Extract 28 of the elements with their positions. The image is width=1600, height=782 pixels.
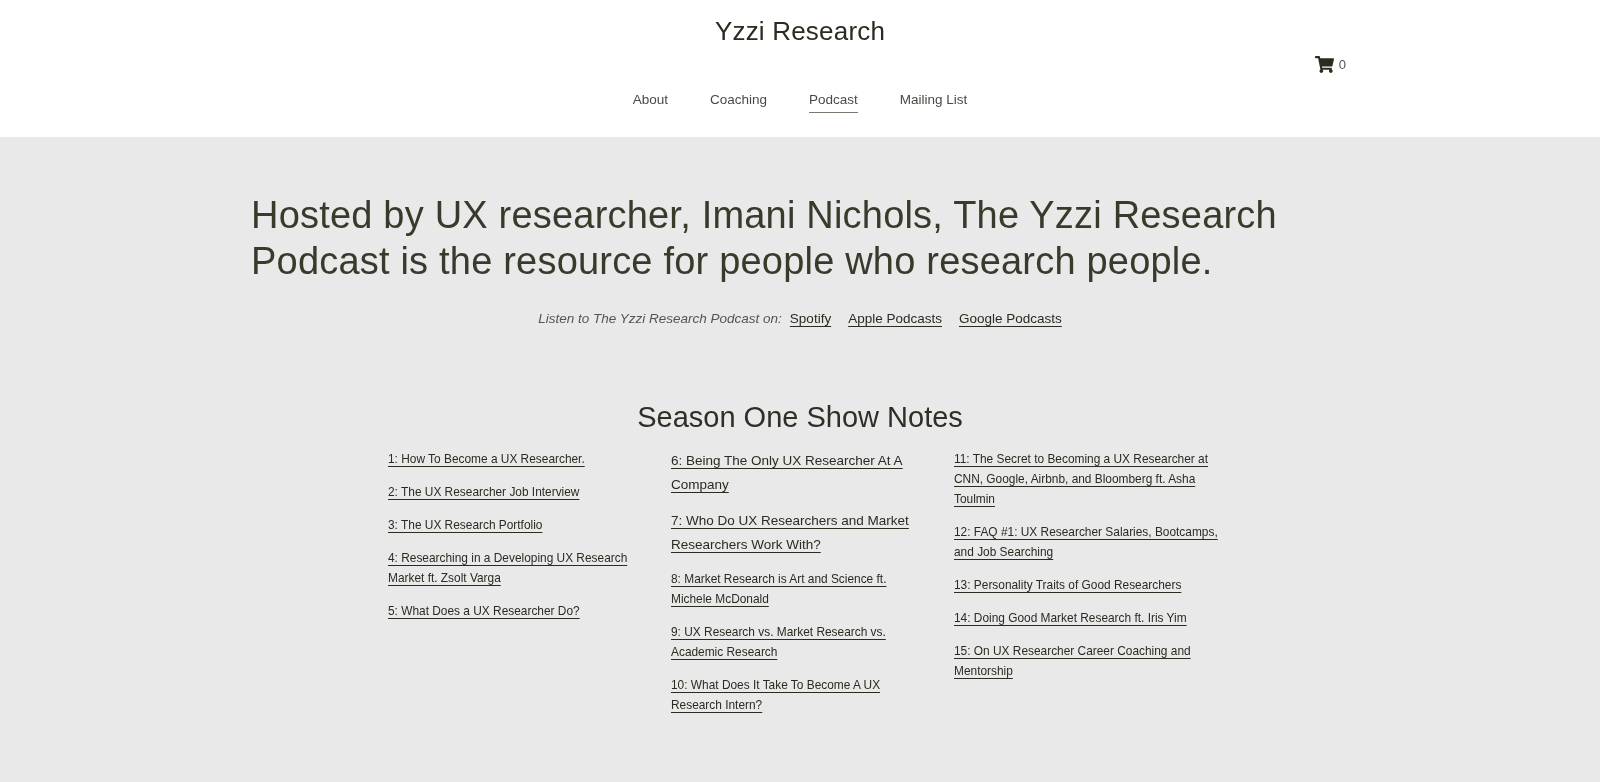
cart-count: 0 xyxy=(1338,56,1346,72)
episode-link[interactable]: 6: Being The Only UX Researcher At A Company xyxy=(671,449,926,496)
episode-link[interactable]: 8: Market Research is Art and Science ft. Michele McDonald xyxy=(671,569,926,609)
episode-link[interactable]: 15: On UX Researcher Career Coaching and Mentorship xyxy=(954,641,1222,681)
episode-link[interactable]: 11: The Secret to Becoming a UX Researcher at CNN, Google, Airbnb, and Bloomberg ft. Asha Toulmin xyxy=(954,449,1222,509)
episode-link[interactable]: 13: Personality Traits of Good Researchers xyxy=(954,575,1182,595)
episode-link[interactable]: 9: UX Research vs. Market Research vs. Academic Research xyxy=(671,622,926,662)
episode-link[interactable]: 1: How To Become a UX Researcher. xyxy=(388,449,585,469)
episode-link[interactable]: 4: Researching in a Developing UX Research Market ft. Zsolt Varga xyxy=(388,548,658,588)
podcast-platform-link[interactable]: Apple Podcasts xyxy=(848,309,942,329)
nav-tab[interactable]: Podcast xyxy=(809,90,858,113)
podcast-platform-link[interactable]: Spotify xyxy=(789,309,832,329)
section-title: Season One Show Notes xyxy=(637,400,963,435)
listen-label: Listen to The Yzzi Research Podcast on: xyxy=(538,310,782,328)
nav-tab[interactable]: Mailing List xyxy=(899,90,968,113)
site-title[interactable]: Yzzi Research xyxy=(714,14,886,48)
episode-link[interactable]: 10: What Does It Take To Become A UX Research Intern? xyxy=(671,675,926,715)
episode-link[interactable]: 7: Who Do UX Researchers and Market Researchers Work With? xyxy=(671,509,926,556)
episode-link[interactable]: 2: The UX Researcher Job Interview xyxy=(388,482,580,502)
headline: Hosted by UX researcher, Imani Nichols, The Yzzi Research Podcast is the resource for people who research people. xyxy=(251,193,1278,284)
nav-tab[interactable]: Coaching xyxy=(709,90,767,113)
podcast-platform-link[interactable]: Google Podcasts xyxy=(958,309,1062,329)
episode-link[interactable]: 3: The UX Research Portfolio xyxy=(388,515,543,535)
episode-link[interactable]: 14: Doing Good Market Research ft. Iris Yim xyxy=(954,608,1187,628)
nav-tab[interactable]: About xyxy=(632,90,668,113)
episode-link[interactable]: 5: What Does a UX Researcher Do? xyxy=(388,601,580,621)
episode-link[interactable]: 12: FAQ #1: UX Researcher Salaries, Bootcamps, and Job Searching xyxy=(954,522,1222,562)
cart-icon[interactable] xyxy=(1314,55,1334,73)
